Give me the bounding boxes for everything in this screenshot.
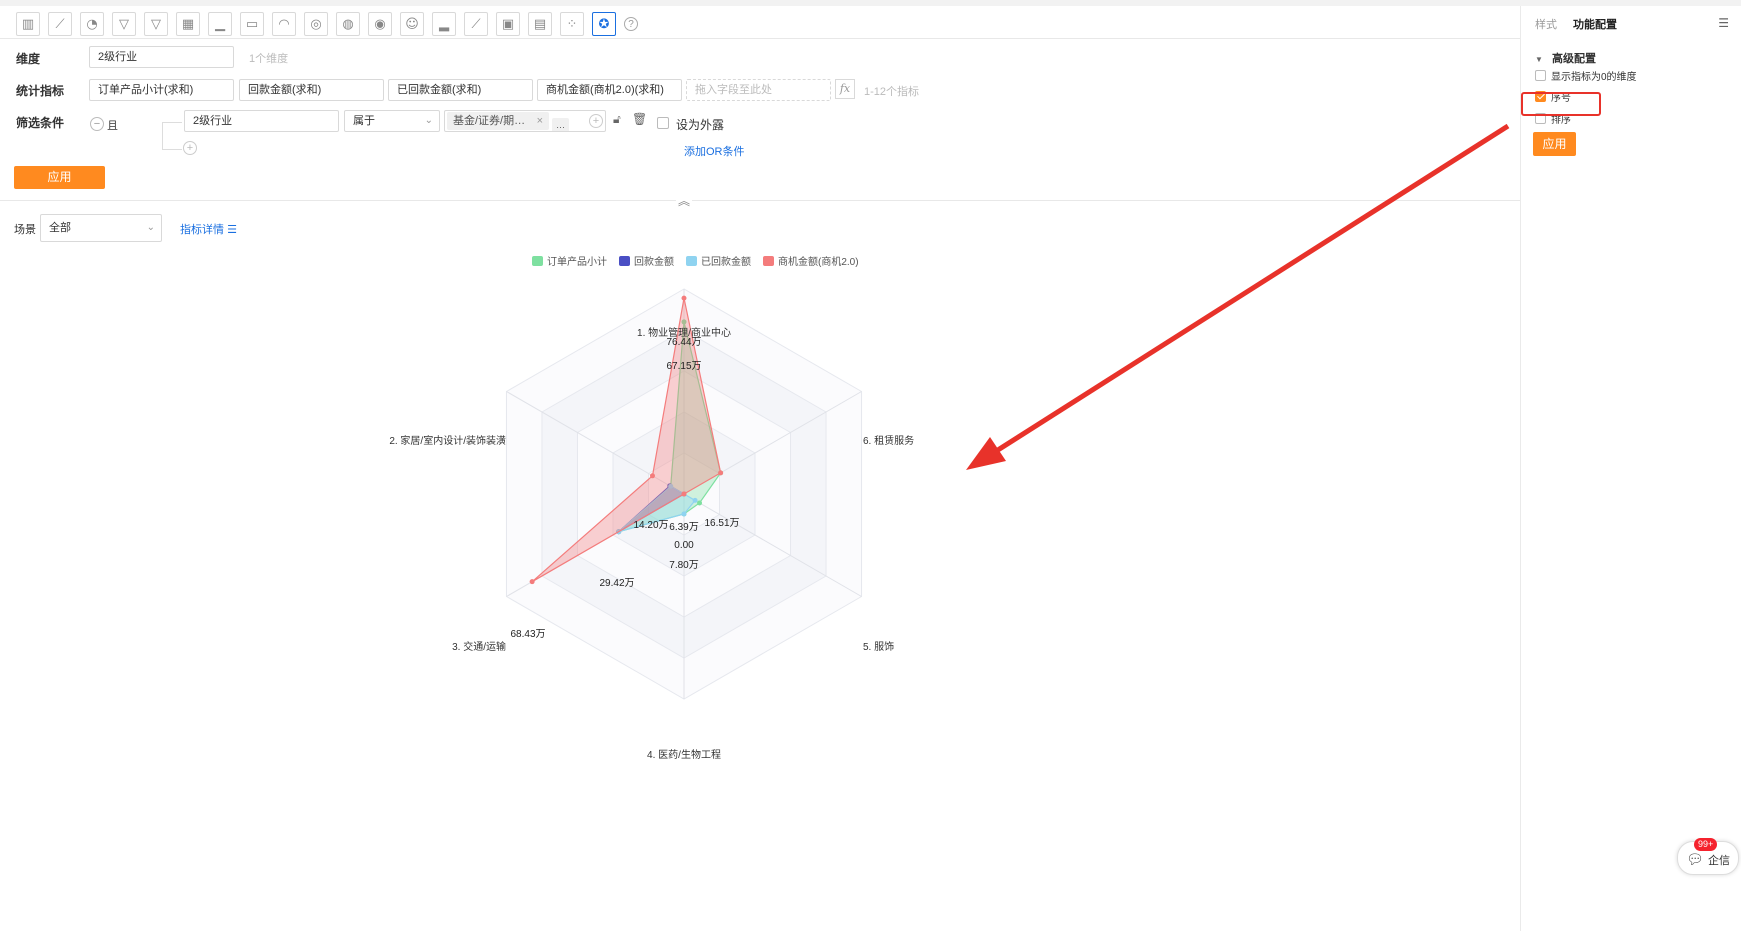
chat-label: 企信 (1708, 855, 1730, 867)
annotation-arrow (966, 123, 1510, 470)
chat-bubble-icon: 💬︎ (1686, 851, 1704, 867)
chat-widget[interactable]: 💬︎ 99+ 企信 (1677, 838, 1739, 875)
arrow-head (966, 437, 1006, 470)
chat-badge: 99+ (1694, 838, 1718, 851)
arrow-line (988, 123, 1510, 458)
